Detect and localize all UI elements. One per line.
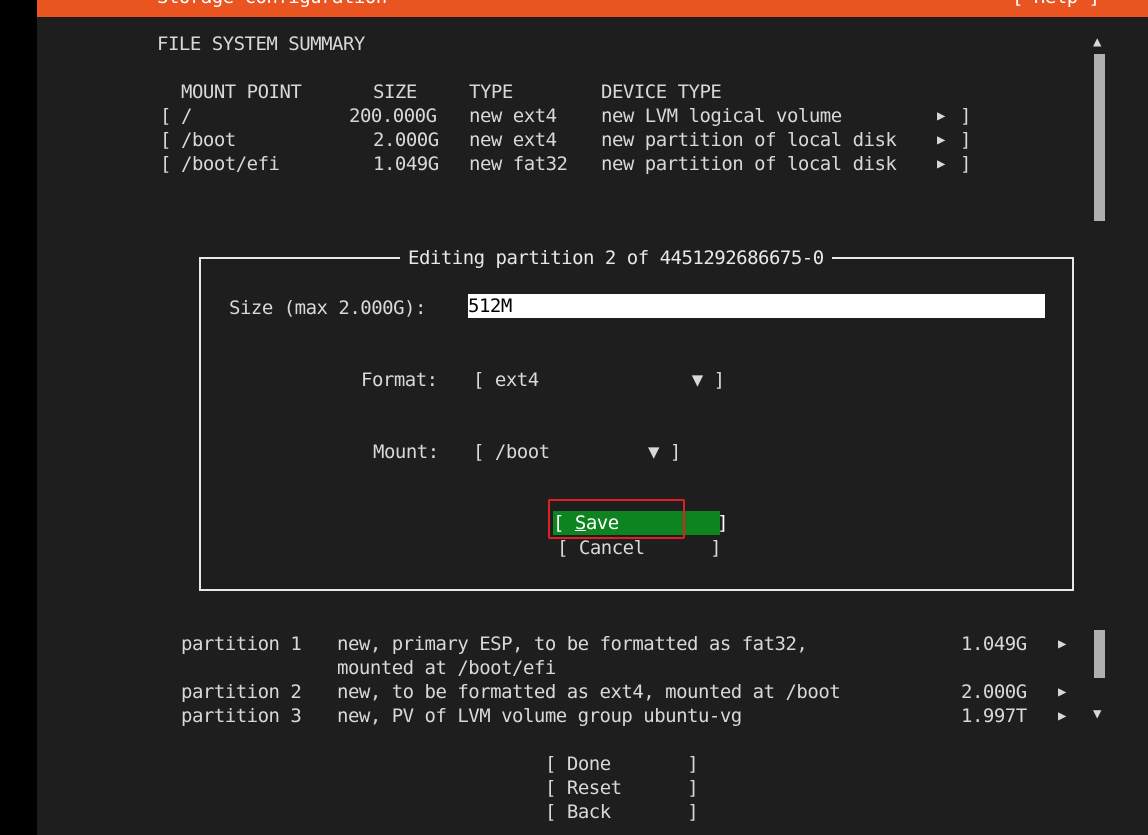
partition-scrollbar-thumb[interactable] xyxy=(1094,630,1105,678)
highlight-box xyxy=(548,499,685,539)
chevron-right-icon: ▶ xyxy=(937,108,945,124)
format-label: Format: xyxy=(361,369,438,391)
header-title: Storage configuration xyxy=(157,0,387,8)
row-open-bracket: [ xyxy=(160,153,171,175)
chevron-right-icon: ▶ xyxy=(937,132,945,148)
back-button[interactable]: [ Back ] xyxy=(545,800,699,824)
row-type: new ext4 xyxy=(469,105,557,127)
scroll-up-icon[interactable]: ▲ xyxy=(1093,34,1101,50)
row-open-bracket: [ xyxy=(160,129,171,151)
row-size: 2.000G xyxy=(373,129,439,151)
row-type: new fat32 xyxy=(469,153,568,175)
size-label: Size (max 2.000G): xyxy=(229,297,426,319)
row-close-bracket: ] xyxy=(960,105,971,127)
row-open-bracket: [ xyxy=(160,105,171,127)
row-size: 200.000G xyxy=(349,105,437,127)
mount-label: Mount: xyxy=(373,441,439,463)
row-mount: / xyxy=(181,105,192,127)
mount-select[interactable]: [ /boot ▼ ] xyxy=(473,440,681,464)
row-device: new partition of local disk xyxy=(601,129,897,151)
partition-label: partition 3 xyxy=(181,705,302,727)
column-size: SIZE xyxy=(373,81,417,103)
column-mount-point: MOUNT POINT xyxy=(181,81,302,103)
partition-size: 1.997T xyxy=(961,705,1027,727)
row-close-bracket: ] xyxy=(960,129,971,151)
cancel-button[interactable]: [ Cancel ] xyxy=(557,536,722,560)
format-select[interactable]: [ ext4 ▼ ] xyxy=(473,368,725,392)
chevron-right-icon: ▶ xyxy=(937,156,945,172)
partition-label: partition 1 xyxy=(181,633,302,655)
chevron-right-icon: ▶ xyxy=(1058,636,1066,652)
partition-desc: new, to be formatted as ext4, mounted at… xyxy=(337,681,841,703)
done-button[interactable]: [ Done ] xyxy=(545,752,699,776)
row-mount: /boot/efi xyxy=(181,153,280,175)
row-device: new partition of local disk xyxy=(601,153,897,175)
partition-size: 1.049G xyxy=(961,633,1027,655)
partition-label: partition 2 xyxy=(181,681,302,703)
chevron-right-icon: ▶ xyxy=(1058,708,1066,724)
row-mount: /boot xyxy=(181,129,236,151)
help-button[interactable]: [ Help ] xyxy=(1012,0,1100,8)
row-size: 1.049G xyxy=(373,153,439,175)
header-bar: Storage configuration [ Help ] xyxy=(37,0,1148,17)
partition-desc-2: mounted at /boot/efi xyxy=(337,657,556,679)
row-close-bracket: ] xyxy=(960,153,971,175)
reset-button[interactable]: [ Reset ] xyxy=(545,776,699,800)
summary-title: FILE SYSTEM SUMMARY xyxy=(157,33,365,55)
row-type: new ext4 xyxy=(469,129,557,151)
chevron-right-icon: ▶ xyxy=(1058,684,1066,700)
column-type: TYPE xyxy=(469,81,513,103)
partition-desc: new, primary ESP, to be formatted as fat… xyxy=(337,633,808,655)
size-input[interactable]: 512M xyxy=(468,294,1045,318)
scroll-down-icon[interactable]: ▼ xyxy=(1093,706,1101,722)
dialog-title: Editing partition 2 of 4451292686675-0 xyxy=(400,246,832,270)
partition-desc: new, PV of LVM volume group ubuntu-vg xyxy=(337,705,742,727)
row-device: new LVM logical volume xyxy=(601,105,842,127)
column-device-type: DEVICE TYPE xyxy=(601,81,722,103)
partition-size: 2.000G xyxy=(961,681,1027,703)
summary-scrollbar-thumb[interactable] xyxy=(1094,54,1105,221)
